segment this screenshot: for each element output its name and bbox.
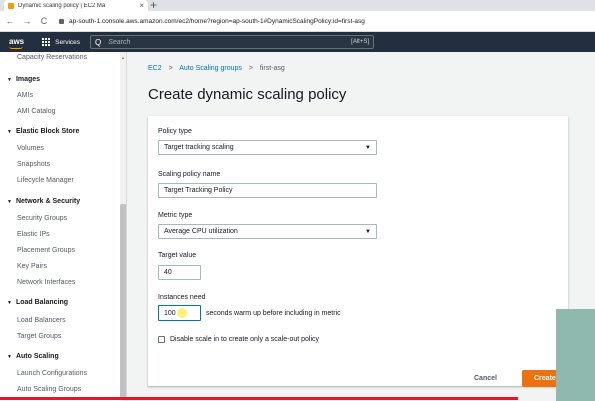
breadcrumb-separator-icon: > bbox=[168, 65, 173, 72]
lock-icon bbox=[59, 18, 64, 24]
url-field[interactable]: ap-south-1.console.aws.amazon.com/ec2/ho… bbox=[59, 18, 595, 25]
policy-type-label: Policy type bbox=[158, 128, 192, 135]
metric-type-value: Average CPU utilization bbox=[164, 228, 238, 235]
sidebar-item-amis[interactable]: AMIs bbox=[17, 92, 33, 99]
page-title: Create dynamic scaling policy bbox=[148, 86, 347, 103]
url-text: ap-south-1.console.aws.amazon.com/ec2/ho… bbox=[69, 17, 365, 25]
disable-scalein-label: Disable scale in to create only a scale-… bbox=[170, 336, 320, 343]
sidebar-item-security-groups[interactable]: Security Groups bbox=[17, 215, 67, 222]
sidebar-section-label: Images bbox=[15, 76, 41, 83]
sidebar-section-network-security[interactable]: ▼ Network & Security bbox=[7, 198, 80, 205]
search-shortcut: [Alt+S] bbox=[351, 39, 369, 45]
sidebar-section-elastic-block-store[interactable]: ▼ Elastic Block Store bbox=[7, 128, 79, 135]
disable-scalein-checkbox[interactable]: Disable scale in to create only a scale-… bbox=[158, 336, 319, 343]
scroll-up-icon[interactable]: ▲ bbox=[120, 55, 126, 60]
text-cursor-icon bbox=[176, 308, 187, 318]
breadcrumb-auto-scaling-groups[interactable]: Auto Scaling groups bbox=[179, 65, 242, 72]
warmup-value: 100 bbox=[164, 309, 176, 317]
address-bar: ← → C ap-south-1.console.aws.amazon.com/… bbox=[0, 11, 595, 32]
sidebar-item-snapshots[interactable]: Snapshots bbox=[17, 161, 50, 168]
sidebar-item-elastic-ips[interactable]: Elastic IPs bbox=[17, 231, 50, 238]
search-input[interactable]: Q Search [Alt+S] bbox=[90, 35, 374, 49]
dropdown-arrow-icon: ▼ bbox=[365, 228, 371, 235]
caret-down-icon: ▼ bbox=[7, 199, 12, 205]
sidebar-item-launch-configurations[interactable]: Launch Configurations bbox=[17, 370, 87, 377]
sidebar-section-load-balancing[interactable]: ▼ Load Balancing bbox=[7, 299, 68, 306]
breadcrumb-separator-icon: > bbox=[248, 65, 253, 72]
breadcrumb-ec2[interactable]: EC2 bbox=[148, 65, 162, 72]
sidebar-item-volumes[interactable]: Volumes bbox=[17, 145, 44, 152]
policy-name-input[interactable]: Target Tracking Policy bbox=[158, 183, 377, 198]
browser-tab[interactable]: Dynamic scaling policy | EC2 Ma × bbox=[4, 0, 148, 11]
sidebar-item-placement-groups[interactable]: Placement Groups bbox=[17, 247, 75, 254]
back-arrow-icon[interactable]: ← bbox=[3, 16, 17, 26]
sidebar-item-lifecycle-manager[interactable]: Lifecycle Manager bbox=[17, 177, 74, 184]
aws-favicon-icon bbox=[8, 2, 14, 9]
cancel-button[interactable]: Cancel bbox=[474, 375, 497, 382]
sidebar-item-load-balancers[interactable]: Load Balancers bbox=[17, 317, 66, 324]
dropdown-arrow-icon: ▼ bbox=[365, 144, 371, 151]
aws-logo[interactable]: aws bbox=[9, 37, 25, 49]
caret-down-icon: ▼ bbox=[7, 129, 12, 135]
reload-icon[interactable]: C bbox=[37, 16, 51, 26]
aws-smile-icon bbox=[9, 46, 23, 49]
search-icon: Q bbox=[95, 37, 102, 47]
metric-type-label: Metric type bbox=[158, 212, 193, 219]
sidebar-item-key-pairs[interactable]: Key Pairs bbox=[17, 263, 47, 270]
sidebar-section-auto-scaling[interactable]: ▼ Auto Scaling bbox=[7, 353, 59, 360]
video-progress-bar bbox=[0, 397, 518, 400]
breadcrumb-current: first-asg bbox=[259, 65, 285, 72]
sidebar-section-images[interactable]: ▼ Images bbox=[7, 76, 40, 83]
warmup-suffix: seconds warm up before including in metr… bbox=[206, 310, 341, 317]
sidebar-item-auto-scaling-groups[interactable]: Auto Scaling Groups bbox=[17, 386, 81, 393]
checkbox-icon[interactable] bbox=[158, 336, 165, 343]
policy-type-value: Target tracking scaling bbox=[164, 144, 234, 151]
sidebar-section-label: Load Balancing bbox=[15, 299, 69, 306]
sidebar-section-label: Network & Security bbox=[15, 198, 81, 205]
sidebar-section-label: Auto Scaling bbox=[15, 353, 59, 360]
sidebar-item-target-groups[interactable]: Target Groups bbox=[17, 333, 61, 340]
caret-down-icon: ▼ bbox=[7, 354, 12, 360]
services-label: Services bbox=[55, 38, 81, 46]
sidebar-item-network-interfaces[interactable]: Network Interfaces bbox=[17, 279, 75, 286]
services-menu-button[interactable]: Services bbox=[42, 38, 80, 46]
policy-type-select[interactable]: Target tracking scaling ▼ bbox=[158, 140, 377, 155]
policy-name-label: Scaling policy name bbox=[158, 171, 221, 178]
close-icon[interactable]: × bbox=[139, 1, 144, 10]
metric-type-select[interactable]: Average CPU utilization ▼ bbox=[158, 224, 377, 239]
sidebar-scroll-thumb[interactable] bbox=[120, 204, 126, 400]
search-placeholder: Search bbox=[108, 38, 131, 46]
target-value-label: Target value bbox=[158, 252, 197, 259]
policy-form-panel: Policy type Target tracking scaling ▼ Sc… bbox=[148, 116, 568, 386]
caret-down-icon: ▼ bbox=[7, 300, 12, 306]
video-overlay bbox=[556, 309, 595, 401]
target-value-input[interactable]: 40 bbox=[158, 265, 201, 280]
sidebar-section-label: Elastic Block Store bbox=[15, 128, 80, 135]
aws-header: aws Services Q Search [Alt+S] bbox=[0, 32, 595, 52]
warmup-input[interactable]: 100 bbox=[158, 305, 201, 321]
browser-tab-bar: Dynamic scaling policy | EC2 Ma × + bbox=[0, 0, 595, 12]
forward-arrow-icon[interactable]: → bbox=[20, 16, 34, 26]
aws-logo-text: aws bbox=[9, 37, 25, 46]
warmup-label: Instances need bbox=[158, 294, 206, 301]
browser-tab-title: Dynamic scaling policy | EC2 Ma bbox=[18, 2, 106, 9]
sidebar: Capacity Reservations ▼ Images AMIs AMI Cata… bbox=[0, 52, 127, 401]
sidebar-item-ami-catalog[interactable]: AMI Catalog bbox=[17, 108, 56, 115]
grid-icon bbox=[42, 38, 51, 46]
breadcrumb: EC2 > Auto Scaling groups > first-asg bbox=[148, 65, 285, 72]
caret-down-icon: ▼ bbox=[7, 77, 12, 83]
sidebar-item-capacity-reservations[interactable]: Capacity Reservations bbox=[17, 54, 87, 61]
